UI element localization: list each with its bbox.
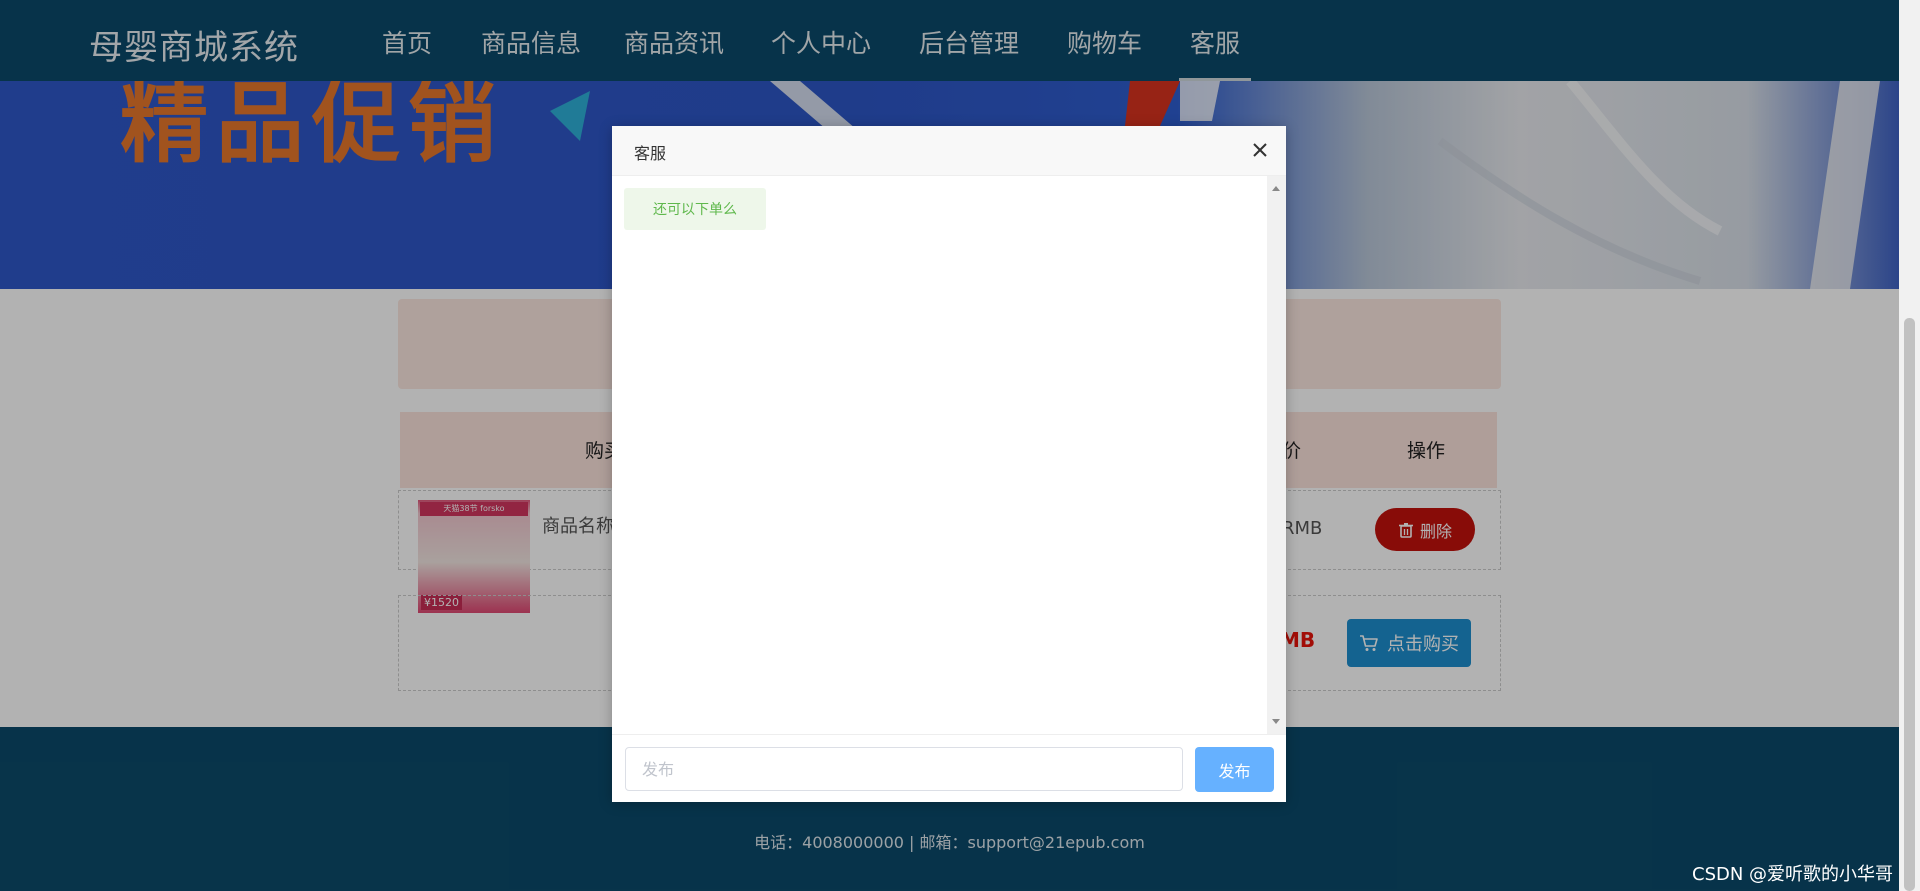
chat-dialog: 客服 还可以下单么 发布 [612, 126, 1286, 802]
chat-message-list[interactable]: 还可以下单么 [612, 176, 1267, 734]
close-icon[interactable] [1248, 138, 1272, 162]
scroll-up-icon[interactable] [1272, 186, 1280, 191]
chat-input[interactable] [625, 747, 1183, 791]
chat-scrollbar[interactable] [1267, 176, 1286, 734]
send-button[interactable]: 发布 [1195, 747, 1274, 792]
watermark: CSDN @爱听歌的小华哥 [1692, 864, 1894, 885]
scroll-down-icon[interactable] [1272, 719, 1280, 724]
page-scrollbar-thumb[interactable] [1904, 318, 1915, 891]
chat-dialog-title: 客服 [634, 144, 667, 163]
chat-input-bar: 发布 [612, 734, 1286, 802]
chat-dialog-header: 客服 [612, 126, 1286, 176]
chat-message: 还可以下单么 [624, 188, 766, 230]
